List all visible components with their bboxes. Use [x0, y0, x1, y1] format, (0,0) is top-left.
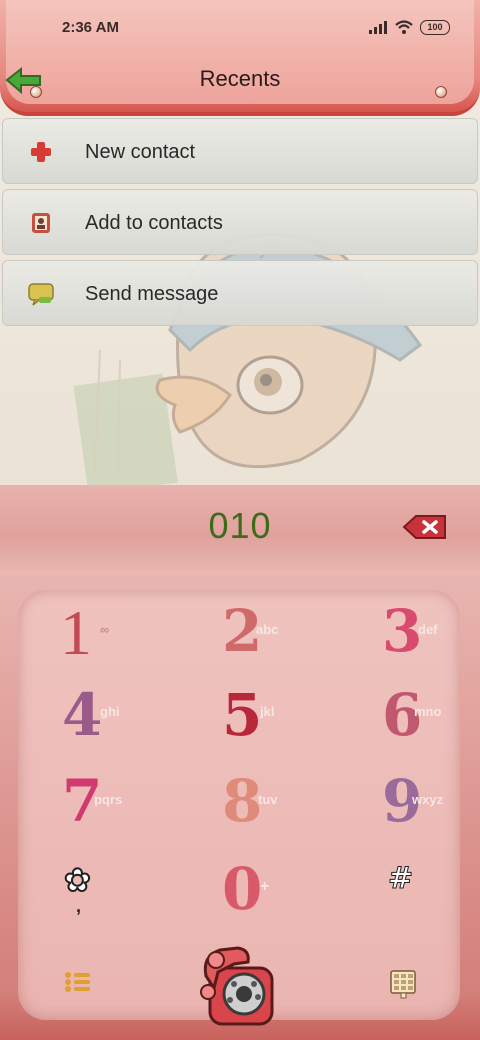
header-bar: 2:36 AM 100 Recents — [0, 0, 480, 116]
key-9[interactable]: 9 wxyz — [368, 768, 480, 848]
status-icons: 100 — [368, 19, 450, 35]
message-icon — [28, 283, 54, 306]
key-digit: 0 — [222, 855, 263, 923]
key-letters: def — [418, 622, 438, 637]
call-button[interactable] — [198, 942, 282, 1033]
send-message-button[interactable]: Send message — [2, 260, 478, 326]
key-5[interactable]: 5 jkl — [208, 682, 328, 762]
key-2[interactable]: 2 abc — [208, 598, 328, 678]
key-hash[interactable]: # — [368, 856, 480, 936]
key-8[interactable]: 8 tuv — [208, 768, 328, 848]
add-to-contacts-label: Add to contacts — [85, 212, 223, 234]
backspace-icon — [402, 515, 446, 539]
hash-icon: # — [387, 861, 414, 896]
key-digit: 3 — [382, 597, 423, 665]
key-6[interactable]: 6 mno — [368, 682, 480, 762]
page-title: Recents — [199, 66, 281, 91]
status-time: 2:36 AM — [62, 19, 119, 36]
rotary-phone-icon — [200, 946, 274, 1026]
voicemail-icon: ∞ — [100, 622, 110, 637]
key-letters: + — [260, 878, 270, 895]
key-letters: ghi — [100, 704, 120, 719]
key-letters: mno — [414, 704, 442, 719]
key-digit: 5 — [222, 681, 263, 749]
key-7[interactable]: 7 pqrs — [48, 768, 168, 848]
key-letters: jkl — [260, 704, 275, 719]
list-icon — [65, 972, 90, 992]
key-letters: wxyz — [412, 792, 444, 807]
keypad: 1 ∞ 2 abc 3 def 4 ghi 5 jkl 6 mno 7 pqrs… — [18, 590, 460, 1026]
new-contact-label: New contact — [85, 141, 196, 163]
key-3[interactable]: 3 def — [368, 598, 480, 678]
key-0[interactable]: 0 + — [208, 856, 328, 936]
signal-icon — [369, 21, 387, 34]
key-digit: 8 — [222, 767, 263, 835]
key-1[interactable]: 1 ∞ — [48, 598, 168, 678]
wifi-icon — [395, 20, 413, 34]
star-icon: ✿ — [64, 861, 92, 899]
send-message-label: Send message — [85, 283, 219, 305]
dialpad-toggle-button[interactable] — [390, 970, 416, 1005]
backspace-button[interactable] — [402, 514, 448, 545]
plus-icon — [31, 142, 51, 162]
key-star[interactable]: ✿ , — [48, 856, 168, 936]
key-letters: abc — [256, 622, 279, 637]
key-letters: pqrs — [94, 792, 123, 807]
add-to-contacts-button[interactable]: Add to contacts — [2, 189, 478, 255]
battery-icon: 100 — [420, 19, 450, 35]
key-digit: 1 — [60, 597, 92, 668]
new-contact-button[interactable]: New contact — [2, 118, 478, 184]
contact-card-icon — [32, 213, 50, 233]
key-letters: tuv — [258, 792, 278, 807]
key-4[interactable]: 4 ghi — [48, 682, 168, 762]
key-letters: , — [76, 896, 82, 916]
menu-button[interactable] — [64, 970, 92, 999]
key-digit: 4 — [62, 681, 103, 749]
dialpad-icon — [390, 970, 416, 999]
